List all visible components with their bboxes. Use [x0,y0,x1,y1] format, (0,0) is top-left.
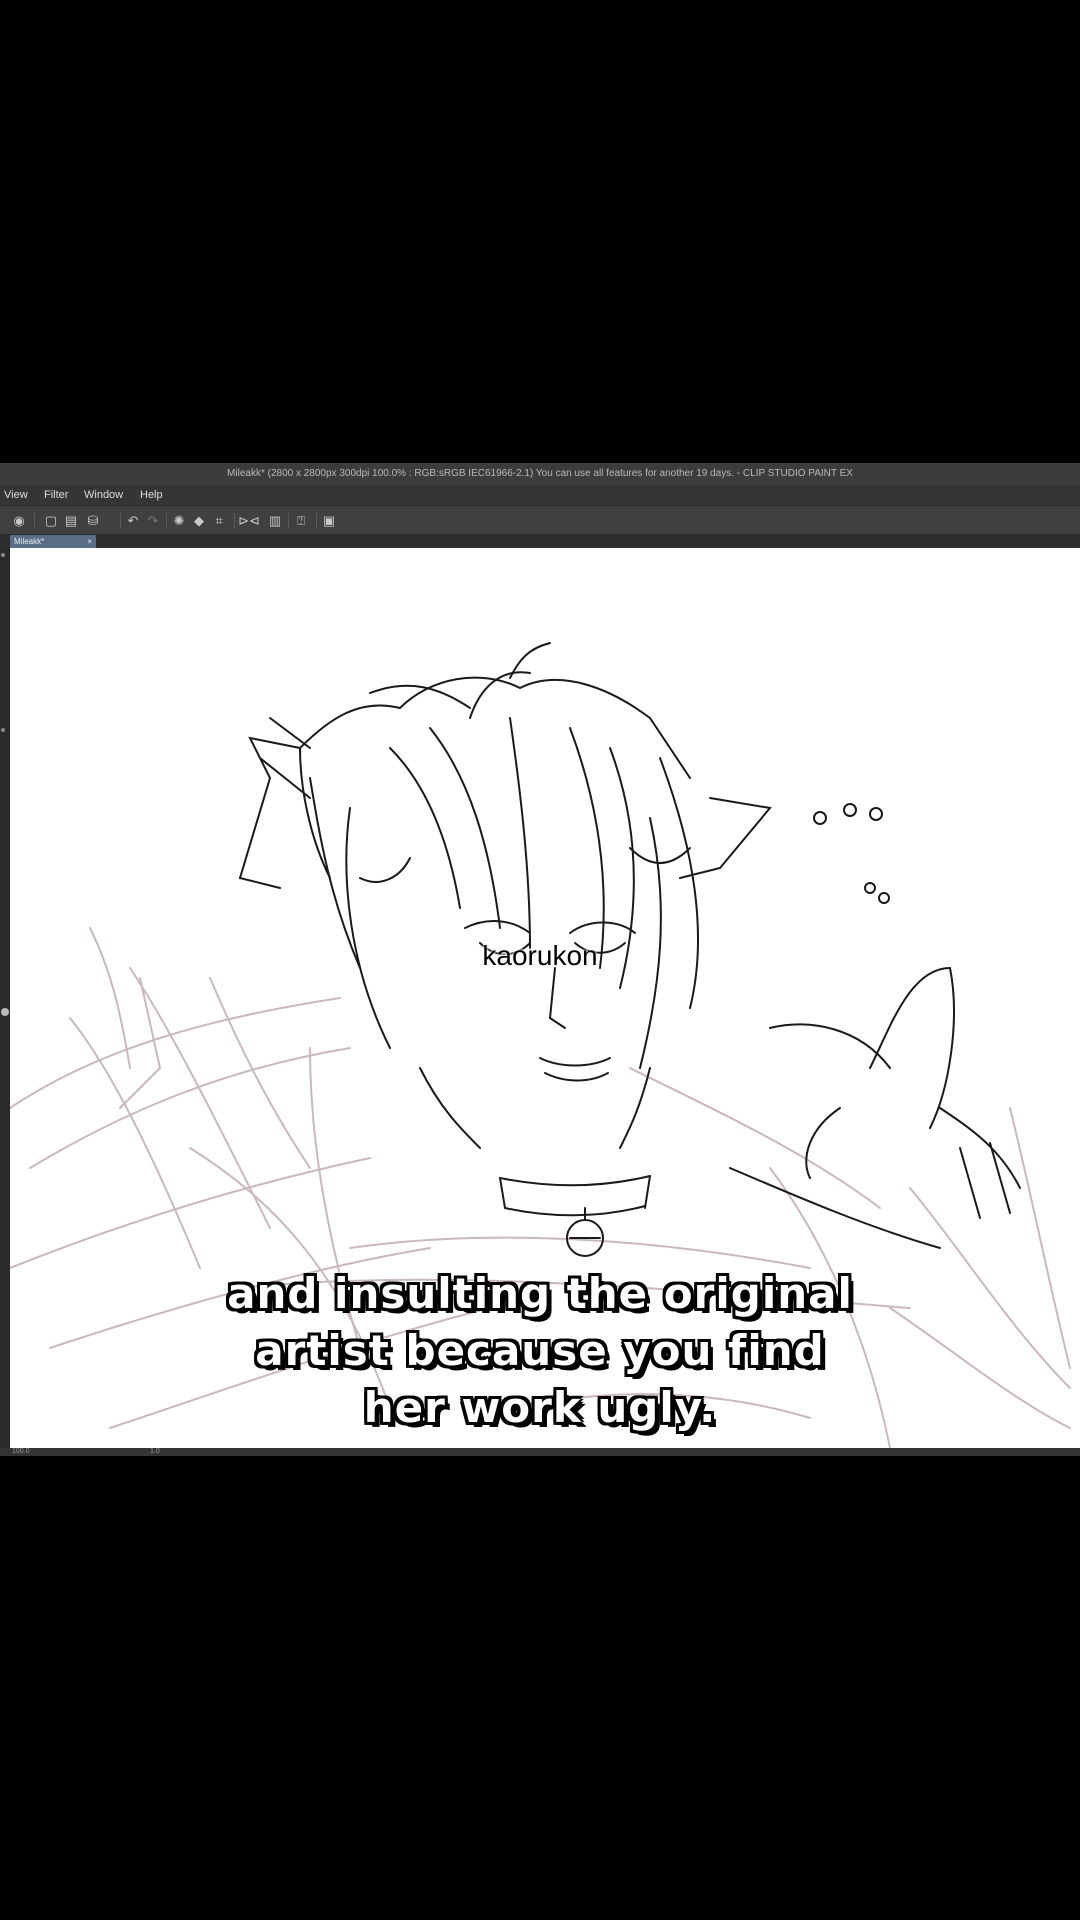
toolbar-divider [316,513,317,528]
transform-icon[interactable]: ⌗ [210,512,228,529]
toolbar-divider [234,513,235,528]
video-caption: and insulting the original artist becaus… [0,1265,1080,1436]
close-tab-icon[interactable]: × [87,535,92,548]
help-icon[interactable]: ⍰ [292,512,310,529]
toolbar-divider [34,513,35,528]
undo-icon[interactable]: ↶ [124,512,142,529]
menu-view[interactable]: View [4,485,28,505]
caption-line: artist because you find [255,1326,825,1375]
caption-line: and insulting the original [227,1269,853,1318]
layer-view-icon[interactable]: ◉ [10,512,28,529]
save-icon[interactable]: ⛁ [82,512,104,529]
zoom-level[interactable]: 100.0 [12,1448,30,1456]
fill-icon[interactable]: ◆ [190,512,208,529]
menu-help[interactable]: Help [140,485,163,505]
toolbar-divider [120,513,121,528]
redo-icon[interactable]: ↷ [144,512,162,529]
document-tab[interactable]: Mileakk* × [10,535,96,548]
clip-icon[interactable]: ▥ [266,512,284,529]
window-title: Mileakk* (2800 x 2800px 300dpi 100.0% : … [0,463,1080,485]
document-tab-bar: Mileakk* × [0,535,1080,548]
panel-icon[interactable]: ▣ [320,512,338,529]
panel-handle-icon[interactable] [1,728,5,732]
menu-bar: View Filter Window Help [0,485,1080,505]
status-bar: 100.0 1.0 [0,1448,1080,1456]
panel-handle-icon[interactable] [1,1008,9,1016]
command-bar: ◉ ▢ ▤ ⛁ ↶ ↷ ✺ ◆ ⌗ ⊳⊲ ▥ ⍰ ▣ [0,505,1080,535]
document-tab-label: Mileakk* [14,537,45,546]
brush-size-readout[interactable]: 1.0 [150,1448,160,1456]
toolbar-divider [288,513,289,528]
panel-handle-icon[interactable] [1,553,5,557]
flip-icon[interactable]: ⊳⊲ [238,512,260,529]
menu-filter[interactable]: Filter [44,485,68,505]
menu-window[interactable]: Window [84,485,123,505]
new-file-icon[interactable]: ▢ [42,512,60,529]
ear-piercings [813,803,890,904]
open-file-icon[interactable]: ▤ [62,512,80,529]
settings-icon[interactable]: ✺ [170,512,188,529]
caption-line: her work ugly. [363,1383,717,1432]
creator-watermark: kaorukon [482,940,598,971]
toolbar-divider [166,513,167,528]
